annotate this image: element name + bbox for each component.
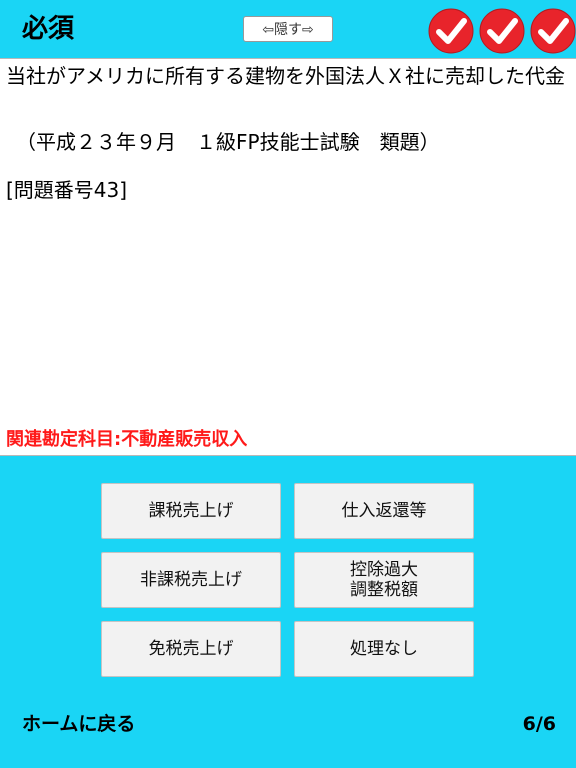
question-panel: 当社がアメリカに所有する建物を外国法人Ｘ社に売却した代金 （平成２３年９月 １級… <box>0 58 576 456</box>
home-link[interactable]: ホームに戻る <box>22 710 135 738</box>
answer-taxable-sales-button[interactable]: 課税売上げ <box>101 483 281 539</box>
answer-exempt-sales-button[interactable]: 免税売上げ <box>101 621 281 677</box>
answer-label: 控除過大 調整税額 <box>350 560 418 600</box>
answer-purchase-returns-button[interactable]: 仕入返還等 <box>294 483 474 539</box>
related-account: 関連勘定科目:不動産販売収入 <box>6 429 248 450</box>
question-text: 当社がアメリカに所有する建物を外国法人Ｘ社に売却した代金 <box>6 64 565 88</box>
answer-label: 非課税売上げ <box>140 570 242 590</box>
answer-label: 処理なし <box>350 639 418 659</box>
question-source: （平成２３年９月 １級FP技能士試験 類題） <box>6 130 440 154</box>
check-mark-icon <box>530 8 576 54</box>
check-mark-icon <box>428 8 474 54</box>
page-title: 必須 <box>22 14 75 44</box>
hide-button[interactable]: ⇦隠す⇨ <box>243 16 333 42</box>
check-mark-icon <box>479 8 525 54</box>
answer-no-treatment-button[interactable]: 処理なし <box>294 621 474 677</box>
page-counter: 6/6 <box>522 713 556 735</box>
check-marks <box>428 8 576 54</box>
answer-non-taxable-sales-button[interactable]: 非課税売上げ <box>101 552 281 608</box>
answer-label: 免税売上げ <box>148 639 234 659</box>
answer-label: 仕入返還等 <box>341 501 427 521</box>
question-number: [問題番号43] <box>6 178 128 202</box>
answer-label: 課税売上げ <box>148 501 234 521</box>
answer-excess-deduction-button[interactable]: 控除過大 調整税額 <box>294 552 474 608</box>
